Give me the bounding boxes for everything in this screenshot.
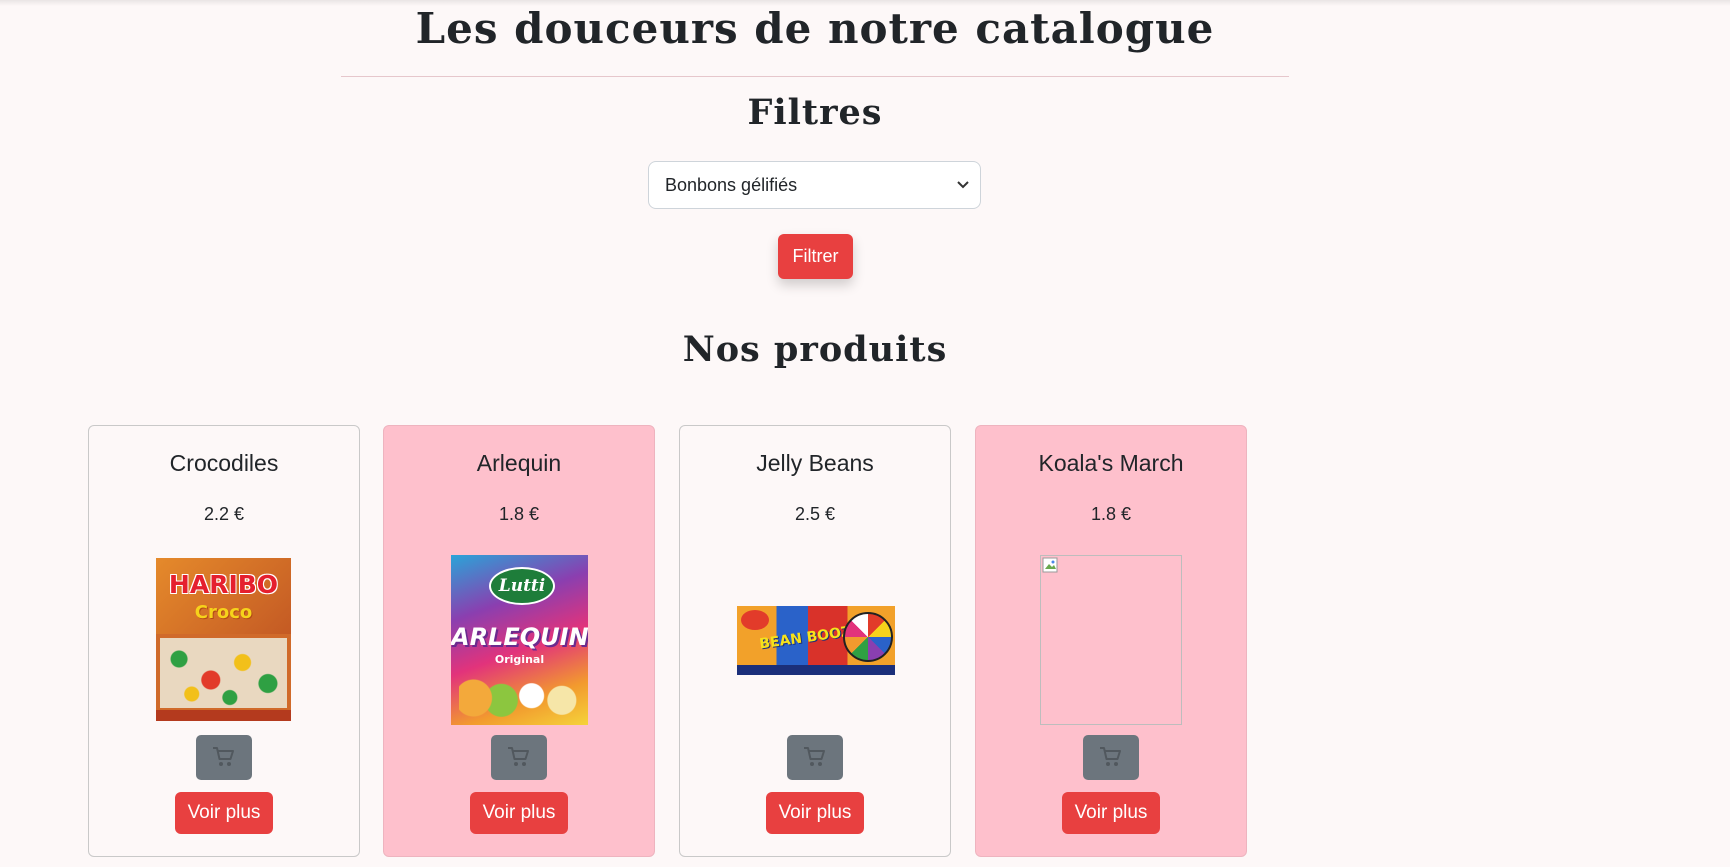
product-name: Koala's March xyxy=(1038,450,1184,476)
product-price: 1.8 € xyxy=(498,504,540,524)
product-name: Jelly Beans xyxy=(756,450,874,476)
see-more-button[interactable]: Voir plus xyxy=(1062,792,1160,834)
product-image: Lutti ARLEQUIN Original xyxy=(451,555,588,725)
add-to-cart-button[interactable] xyxy=(1083,735,1139,780)
shopping-cart-icon xyxy=(213,747,234,766)
product-image-brand: HARIBO xyxy=(168,570,279,599)
category-select[interactable]: Bonbons gélifiés xyxy=(648,161,981,209)
product-image-brand: Lutti xyxy=(489,567,555,605)
shopping-cart-icon xyxy=(508,747,529,766)
add-to-cart-button[interactable] xyxy=(491,735,547,780)
product-card-crocodiles: Crocodiles 2.2 € HARIBO Croco Voir plus xyxy=(88,425,360,857)
filters-heading: Filtres xyxy=(747,92,883,133)
category-select-value: Bonbons gélifiés xyxy=(665,175,798,195)
product-name: Arlequin xyxy=(476,450,562,476)
catalogue-page: Les douceurs de notre catalogue Filtres … xyxy=(0,0,1730,867)
broken-image-icon xyxy=(1042,557,1058,573)
product-card-koalas-march: Koala's March 1.8 € Voir plus xyxy=(975,425,1247,857)
product-price: 2.2 € xyxy=(203,504,245,524)
see-more-button[interactable]: Voir plus xyxy=(470,792,568,834)
product-image: HARIBO Croco xyxy=(156,558,291,721)
chevron-down-icon xyxy=(957,181,969,189)
product-price: 2.5 € xyxy=(794,504,836,524)
page-title: Les douceurs de notre catalogue xyxy=(415,4,1215,53)
filter-button[interactable]: Filtrer xyxy=(778,234,853,279)
add-to-cart-button[interactable] xyxy=(196,735,252,780)
product-card-jelly-beans: Jelly Beans 2.5 € BEAN BOOZLED Voir plus xyxy=(679,425,951,857)
product-price: 1.8 € xyxy=(1090,504,1132,524)
product-image-product: Croco xyxy=(194,602,253,623)
products-heading: Nos produits xyxy=(682,329,948,370)
see-more-button[interactable]: Voir plus xyxy=(766,792,864,834)
product-card-arlequin: Arlequin 1.8 € Lutti ARLEQUIN Original V… xyxy=(383,425,655,857)
product-image: BEAN BOOZLED xyxy=(737,606,895,675)
add-to-cart-button[interactable] xyxy=(787,735,843,780)
title-divider xyxy=(341,76,1289,77)
product-image-variant: Original xyxy=(494,653,545,666)
product-image xyxy=(1040,555,1182,725)
see-more-button[interactable]: Voir plus xyxy=(175,792,273,834)
shopping-cart-icon xyxy=(1100,747,1121,766)
product-image-product: ARLEQUIN xyxy=(451,623,588,651)
product-name: Crocodiles xyxy=(169,450,279,476)
shopping-cart-icon xyxy=(804,747,825,766)
